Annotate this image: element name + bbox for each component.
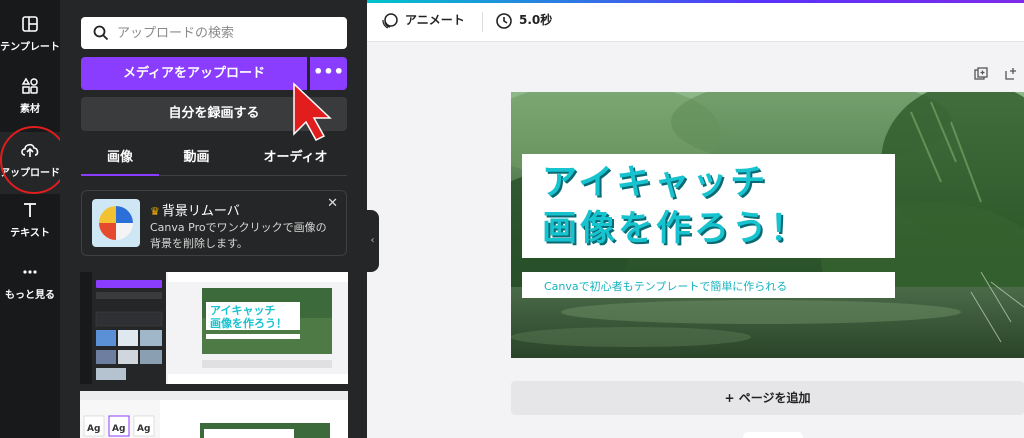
subtitle-text: Canvaで初心者もテンプレートで簡単に作られる: [544, 280, 788, 293]
annotation-circle: [0, 126, 68, 194]
tab-audio[interactable]: オーディオ: [244, 142, 347, 174]
rail-item-more[interactable]: もっと見る: [0, 262, 60, 320]
editor-toolbar: アニメート 5.0秒: [367, 0, 1024, 42]
uploaded-image-thumbnail[interactable]: Ag Ag Ag: [80, 391, 348, 438]
duration-button[interactable]: 5.0秒: [495, 11, 552, 30]
clock-icon: [496, 12, 512, 29]
add-page-icon[interactable]: [1004, 67, 1018, 84]
search-input[interactable]: [117, 23, 337, 43]
headline-line-1: アイキャッチ: [542, 163, 769, 203]
crown-icon: ♛: [150, 205, 160, 218]
pointer-arrow-icon: [293, 82, 332, 141]
tab-videos[interactable]: 動画: [159, 142, 234, 174]
promo-description: Canva Proでワンクリックで画像の背景を削除します。: [150, 221, 327, 250]
toolbar-divider: [482, 12, 483, 32]
beach-ball-icon: [92, 199, 140, 247]
uploaded-image-thumbnail[interactable]: アイキャッチ 画像を作ろう！: [80, 272, 348, 384]
animate-label: アニメート: [405, 13, 465, 27]
headline-line-2: 画像を作ろう！: [542, 209, 809, 249]
add-page-button[interactable]: + ページを追加: [511, 381, 1024, 415]
template-icon: [22, 16, 38, 32]
active-tab-indicator: [81, 174, 159, 176]
rail-label-more: もっと見る: [5, 290, 55, 301]
animate-button[interactable]: アニメート: [381, 11, 465, 30]
search-icon: [93, 25, 109, 41]
design-canvas[interactable]: アイキャッチ 画像を作ろう！ Canvaで初心者もテンプレートで簡単に作られる: [511, 92, 1024, 358]
thumbnail-screenshot-image: アイキャッチ 画像を作ろう！: [80, 272, 348, 384]
media-tabs: 画像 動画 オーディオ: [81, 142, 347, 176]
duration-label: 5.0秒: [519, 13, 553, 27]
rail-item-templates[interactable]: テンプレート: [0, 14, 60, 72]
headline-text-box[interactable]: アイキャッチ 画像を作ろう！: [522, 154, 895, 258]
background-remover-promo[interactable]: ♛ 背景リムーバ Canva Proでワンクリックで画像の背景を削除します。 ✕: [81, 190, 347, 256]
more-dots-icon: [23, 270, 37, 274]
duplicate-page-icon[interactable]: [974, 67, 988, 84]
collapse-panel-button[interactable]: ‹: [366, 210, 379, 272]
promo-title: ♛ 背景リムーバ: [150, 204, 240, 219]
page-indicator: [743, 432, 803, 438]
text-icon: [24, 203, 36, 217]
left-rail: テンプレート 素材 アップロード テキスト もっと見る: [0, 0, 60, 438]
uploads-panel: メディアをアップロード ••• 自分を録画する 画像 動画 オーディオ ♛背景リ…: [60, 0, 367, 438]
top-accent-bar: [367, 0, 1024, 3]
rail-item-text[interactable]: テキスト: [0, 200, 60, 258]
thumbnail-screenshot-image: Ag Ag Ag: [80, 391, 348, 438]
subtitle-text-box[interactable]: Canvaで初心者もテンプレートで簡単に作られる: [522, 272, 895, 298]
rail-label-text: テキスト: [10, 228, 50, 239]
headline-text: アイキャッチ 画像を作ろう！: [542, 160, 808, 252]
svg-text:アイキャッチ: アイキャッチ: [210, 304, 275, 317]
svg-text:画像を作ろう！: 画像を作ろう！: [210, 316, 287, 330]
search-box[interactable]: [81, 17, 347, 49]
close-icon[interactable]: ✕: [327, 196, 338, 211]
svg-text:Ag: Ag: [112, 424, 125, 434]
upload-media-button[interactable]: メディアをアップロード: [81, 57, 307, 90]
rail-label-templates: テンプレート: [0, 42, 60, 53]
animate-icon: [382, 12, 398, 29]
rail-label-elements: 素材: [20, 104, 40, 115]
svg-text:Ag: Ag: [137, 424, 150, 434]
elements-icon: [21, 77, 38, 94]
tab-images[interactable]: 画像: [81, 142, 159, 174]
svg-text:Ag: Ag: [87, 424, 100, 434]
